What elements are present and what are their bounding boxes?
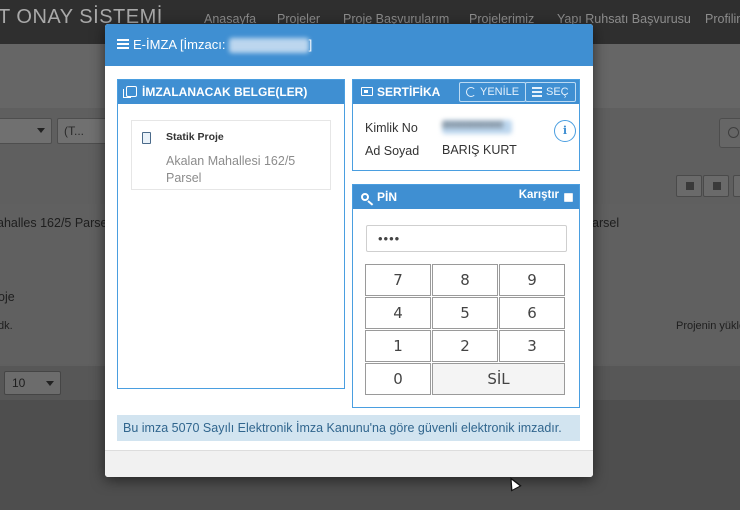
pin-panel-header: PİN Karıştır bbox=[353, 185, 579, 209]
page-size-select[interactable]: 10 bbox=[4, 371, 61, 395]
search-icon[interactable] bbox=[719, 118, 740, 148]
full-name-label: Ad Soyad bbox=[365, 144, 420, 158]
signer-id-masked: 00000000000 bbox=[229, 38, 309, 54]
shuffle-label: Karıştır bbox=[518, 189, 559, 201]
key-4[interactable]: 4 bbox=[365, 297, 431, 329]
document-subtitle: Akalan Mahallesi 162/5 Parsel bbox=[166, 154, 296, 185]
key-icon bbox=[361, 193, 369, 201]
row-status-text: Projenin yükle bbox=[676, 320, 740, 332]
filter-select-1[interactable] bbox=[0, 118, 52, 144]
refresh-icon bbox=[466, 87, 476, 97]
refresh-button-label: YENİLE bbox=[480, 86, 520, 98]
info-icon[interactable]: i bbox=[554, 120, 576, 142]
row-project-text: oje bbox=[0, 290, 15, 304]
list-item[interactable]: Statik Proje Akalan Mahallesi 162/5 Pars… bbox=[131, 120, 331, 190]
modal-title-close: ] bbox=[308, 37, 313, 52]
row-note-text: dk. bbox=[0, 320, 13, 332]
modal-title: E-İMZA [İmzacı: 00000000000] bbox=[133, 37, 313, 54]
e-signature-modal: E-İMZA [İmzacı: 00000000000] İMZALANACAK… bbox=[105, 24, 593, 477]
filter-select-2[interactable]: (T... bbox=[57, 118, 109, 144]
select-certificate-button[interactable]: SEÇ bbox=[525, 82, 576, 102]
documents-icon bbox=[123, 86, 137, 98]
shuffle-checkbox[interactable] bbox=[564, 193, 573, 202]
full-name-value: BARIŞ KURT bbox=[442, 143, 517, 157]
list-icon bbox=[532, 87, 542, 97]
modal-body: İMZALANACAK BELGE(LER) Statik Proje Akal… bbox=[105, 66, 593, 450]
modal-footer bbox=[105, 450, 593, 477]
id-number-value: 00000000000 bbox=[442, 120, 512, 134]
documents-panel-header: İMZALANACAK BELGE(LER) bbox=[118, 80, 344, 104]
key-5[interactable]: 5 bbox=[432, 297, 498, 329]
certificate-panel: SERTİFİKA YENİLE SEÇ Kimlik No 000000000… bbox=[352, 79, 580, 171]
list-icon bbox=[117, 39, 129, 49]
download-icon[interactable] bbox=[703, 175, 729, 197]
certificate-icon bbox=[361, 87, 373, 96]
document-title: Statik Proje bbox=[166, 131, 224, 143]
document-icon bbox=[142, 132, 151, 144]
upload-icon[interactable] bbox=[676, 175, 702, 197]
modal-header: E-İMZA [İmzacı: 00000000000] bbox=[105, 24, 593, 66]
key-8[interactable]: 8 bbox=[432, 264, 498, 296]
id-number-label: Kimlik No bbox=[365, 121, 418, 135]
pin-panel: PİN Karıştır •••• 7 8 9 4 5 6 1 2 3 0 Sİ… bbox=[352, 184, 580, 408]
nav-item-profilim[interactable]: Profilim bbox=[705, 12, 740, 26]
row-address-text: ahalles 162/5 Parsel bbox=[0, 216, 111, 230]
row-address-text-right: arsel bbox=[592, 216, 620, 230]
pin-input[interactable]: •••• bbox=[366, 225, 567, 252]
legal-notice: Bu imza 5070 Sayılı Elektronik İmza Kanu… bbox=[117, 415, 580, 441]
refresh-button[interactable]: YENİLE bbox=[459, 82, 527, 102]
key-6[interactable]: 6 bbox=[499, 297, 565, 329]
key-2[interactable]: 2 bbox=[432, 330, 498, 362]
more-button[interactable] bbox=[733, 175, 740, 197]
documents-panel-title: İMZALANACAK BELGE(LER) bbox=[142, 85, 308, 99]
key-3[interactable]: 3 bbox=[499, 330, 565, 362]
key-7[interactable]: 7 bbox=[365, 264, 431, 296]
certificate-panel-header: SERTİFİKA YENİLE SEÇ bbox=[353, 80, 579, 104]
page-size-value: 10 bbox=[12, 376, 26, 390]
delete-button[interactable]: SİL bbox=[432, 363, 565, 395]
key-0[interactable]: 0 bbox=[365, 363, 431, 395]
key-9[interactable]: 9 bbox=[499, 264, 565, 296]
pin-panel-title: PİN bbox=[377, 190, 398, 204]
key-1[interactable]: 1 bbox=[365, 330, 431, 362]
pin-keypad: 7 8 9 4 5 6 1 2 3 0 SİL bbox=[365, 264, 567, 396]
documents-panel: İMZALANACAK BELGE(LER) Statik Proje Akal… bbox=[117, 79, 345, 389]
certificate-panel-title: SERTİFİKA bbox=[377, 85, 441, 99]
filter-select-2-value: (T... bbox=[64, 124, 84, 138]
select-button-label: SEÇ bbox=[546, 86, 569, 98]
modal-title-text: E-İMZA [İmzacı: bbox=[133, 37, 230, 52]
